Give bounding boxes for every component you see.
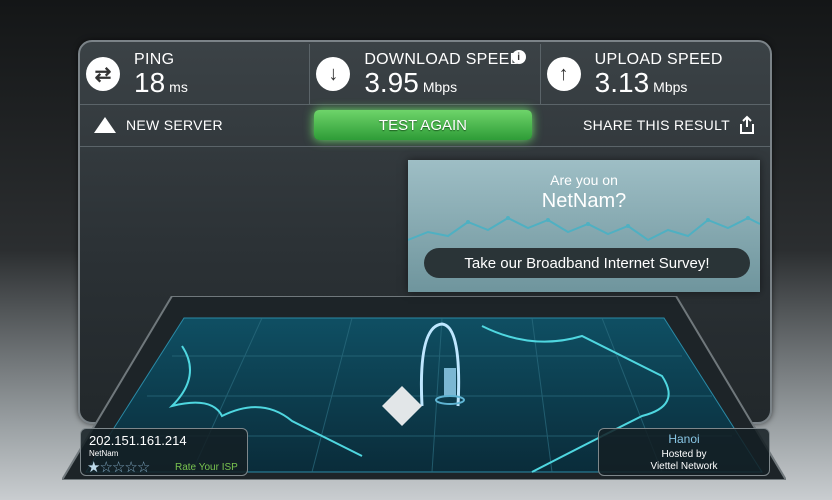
star-icon-5[interactable]: ☆ bbox=[137, 459, 150, 476]
share-label: SHARE THIS RESULT bbox=[583, 117, 730, 133]
ping-icon: ⇄ bbox=[86, 57, 120, 91]
ping-stat: ⇄ PING 18 ms bbox=[80, 44, 309, 104]
action-divider bbox=[80, 146, 770, 147]
ping-value: 18 bbox=[134, 67, 166, 98]
info-icon[interactable]: i bbox=[511, 50, 526, 64]
action-bar: NEW SERVER TEST AGAIN SHARE THIS RESULT bbox=[80, 107, 770, 143]
triangle-icon bbox=[94, 117, 116, 133]
share-result-button[interactable]: SHARE THIS RESULT bbox=[583, 115, 756, 135]
client-isp: NetNam bbox=[89, 449, 119, 458]
client-ip: 202.151.161.214 bbox=[89, 433, 187, 448]
survey-panel: Are you on NetNam? Take our Broadband In… bbox=[408, 160, 760, 292]
download-stat: ↓ DOWNLOAD SPEED 3.95 Mbps i bbox=[309, 44, 539, 104]
download-icon: ↓ bbox=[316, 57, 351, 91]
test-again-button[interactable]: TEST AGAIN bbox=[313, 110, 532, 140]
rate-isp-link[interactable]: Rate Your ISP bbox=[175, 462, 238, 473]
new-server-label: NEW SERVER bbox=[126, 117, 223, 133]
star-icon-4[interactable]: ☆ bbox=[124, 459, 137, 476]
ping-unit: ms bbox=[169, 79, 188, 95]
star-icon-1[interactable]: ★ bbox=[87, 459, 100, 476]
rating-stars[interactable]: ★☆☆☆☆ bbox=[87, 458, 150, 476]
client-info-panel: 202.151.161.214 NetNam ★☆☆☆☆ Rate Your I… bbox=[80, 428, 248, 476]
upload-icon: ↑ bbox=[546, 57, 581, 91]
download-value: 3.95 bbox=[364, 67, 419, 98]
star-icon-3[interactable]: ☆ bbox=[112, 459, 125, 476]
hosted-by-label: Hosted by bbox=[661, 449, 707, 460]
server-network: Viettel Network bbox=[650, 461, 718, 472]
survey-question: Are you on bbox=[550, 172, 618, 188]
stats-divider bbox=[80, 104, 770, 105]
star-icon-2[interactable]: ☆ bbox=[99, 459, 112, 476]
upload-value: 3.13 bbox=[594, 67, 650, 98]
survey-sparkline bbox=[408, 216, 760, 242]
share-icon bbox=[739, 115, 754, 134]
upload-stat: ↑ UPLOAD SPEED 3.13 Mbps bbox=[539, 44, 770, 104]
new-server-button[interactable]: NEW SERVER bbox=[94, 117, 223, 133]
survey-button[interactable]: Take our Broadband Internet Survey! bbox=[424, 248, 750, 278]
server-info-panel: Hanoi Hosted by Viettel Network bbox=[598, 428, 770, 476]
stats-bar: ⇄ PING 18 ms ↓ DOWNLOAD SPEED 3.95 Mbps i … bbox=[80, 44, 770, 104]
upload-unit: Mbps bbox=[653, 79, 688, 95]
server-city: Hanoi bbox=[668, 432, 700, 446]
download-unit: Mbps bbox=[422, 79, 458, 95]
